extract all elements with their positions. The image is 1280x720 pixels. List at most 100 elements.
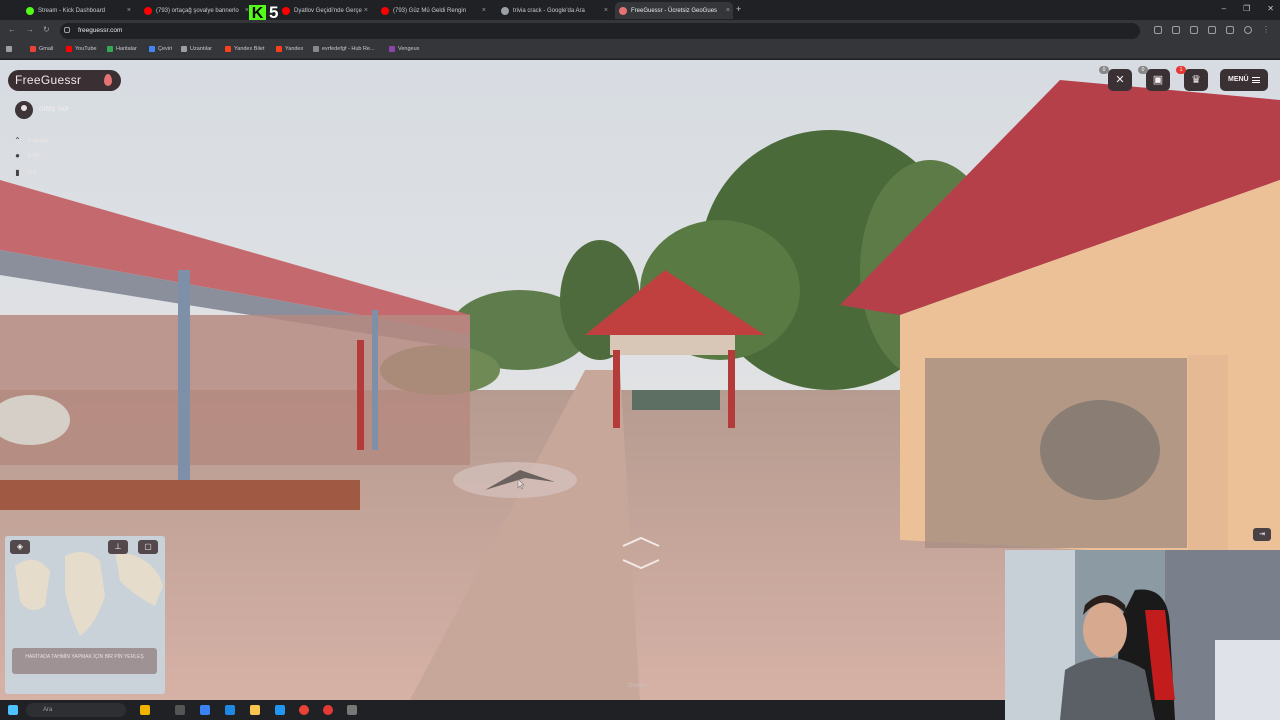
taskbar-search[interactable]: Ara [26, 703, 126, 717]
more-icon[interactable]: ⋮ [1262, 26, 1270, 34]
browser-icon[interactable] [225, 705, 235, 715]
freeguessr-icon [619, 6, 627, 15]
bookmark-yandex[interactable]: Yandex [276, 46, 303, 52]
menu-label: MENÜ [1228, 76, 1249, 83]
back-icon[interactable]: ← [8, 25, 16, 34]
google-icon [501, 6, 509, 15]
close-icon[interactable]: × [127, 7, 131, 14]
bookmark-label: YouTube [75, 46, 97, 52]
bookmark-vengeux[interactable]: Vengeux [389, 46, 419, 52]
youtube-icon [381, 6, 389, 15]
tab-kick[interactable]: Stream - Kick Dashboard × [22, 2, 134, 19]
hamburger-icon [1252, 77, 1260, 83]
party-button[interactable]: ▣ [1146, 69, 1170, 91]
collapse-button[interactable]: ⇥ [1253, 528, 1271, 541]
swords-icon: ✕ [1115, 74, 1125, 86]
login-label: GİRİŞ YAP [39, 107, 69, 113]
copilot-icon[interactable] [140, 705, 150, 715]
menu-button[interactable]: MENÜ [1220, 69, 1268, 91]
task-view-icon[interactable] [175, 705, 185, 715]
youtube-icon [282, 6, 290, 15]
tab-youtube-3[interactable]: (793) Güz Mü Geldi Rengin × [377, 2, 489, 19]
obs-icon[interactable] [323, 705, 333, 715]
google-watermark: Google [628, 683, 648, 689]
bookmark-translate[interactable]: Çeviri [149, 46, 172, 52]
settings-icon[interactable] [347, 705, 357, 715]
bookmark-label: Haritalar [116, 46, 137, 52]
close-icon[interactable]: × [726, 7, 730, 14]
bookmark-label: Vengeux [398, 46, 420, 52]
yandex-icon [276, 46, 282, 52]
map-layers-button[interactable]: ◈ [10, 540, 30, 554]
chrome-icon[interactable] [299, 705, 309, 715]
xp-icon: ● [15, 151, 20, 160]
navigation-arrow[interactable] [450, 460, 580, 500]
bookmark-gmail[interactable]: Gmail [30, 46, 53, 52]
expand-map-button[interactable]: ▢ [138, 540, 158, 554]
bookmark-label: Yandex [285, 46, 304, 52]
vengeux-icon [389, 46, 395, 52]
pin-map-button[interactable]: ⊥ [108, 540, 128, 554]
reload-icon[interactable]: ↻ [43, 25, 50, 34]
sidebar-icon[interactable] [1226, 26, 1234, 34]
bookmark-yandex-bilet[interactable]: Yandex Bilet [225, 46, 264, 52]
move-forward-arrow[interactable] [621, 536, 661, 572]
xp-label: 0 XP [28, 153, 40, 159]
windows-start-icon[interactable] [8, 705, 18, 715]
forward-icon[interactable]: → [26, 25, 34, 34]
star-icon[interactable] [1190, 26, 1198, 34]
bookmark-extensions[interactable]: Uzantılar [181, 46, 212, 52]
tab-youtube-1[interactable]: (793) ortaçağ şovalye bannerlo × [140, 2, 252, 19]
layers-icon: ◈ [16, 542, 24, 551]
tab-google-search[interactable]: trivia crack - Google'da Ara × [497, 2, 611, 19]
bookmarks-bar: Gmail YouTube Haritalar Çeviri Uzantılar… [0, 42, 1280, 59]
login-button[interactable]: GİRİŞ YAP [15, 101, 68, 119]
cast-icon[interactable] [1154, 26, 1162, 34]
battle-button[interactable]: ✕ [1108, 69, 1132, 91]
logo-text: FreeGuessr [15, 73, 82, 87]
gmail-icon [30, 46, 36, 52]
address-bar-row: ← → ↻ freeguessr.com ⋮ [0, 20, 1280, 42]
tab-label: (793) Güz Mü Geldi Rengin [393, 7, 467, 14]
translate-icon [149, 46, 155, 52]
notification-badge: 0 [1099, 66, 1109, 74]
bar-chart-icon: ▮ [15, 168, 20, 177]
youtube-icon [66, 46, 72, 52]
new-tab-button[interactable]: + [736, 4, 741, 14]
site-info-icon[interactable] [64, 27, 70, 33]
maps-icon [107, 46, 113, 52]
guess-button[interactable]: HARİTADA TAHMİN YAPMAK İÇİN BİR PİN YERL… [12, 648, 157, 674]
close-icon[interactable]: × [482, 7, 486, 14]
close-icon[interactable]: × [604, 7, 608, 14]
gamepad-icon: ▣ [1152, 74, 1164, 86]
store-icon[interactable] [275, 705, 285, 715]
tab-label: Stream - Kick Dashboard [38, 7, 106, 14]
youtube-icon [144, 6, 152, 15]
kick-icon [26, 6, 34, 15]
bookmark-youtube[interactable]: YouTube [66, 46, 97, 52]
close-icon[interactable]: × [364, 7, 368, 14]
freeguessr-logo[interactable]: FreeGuessr [8, 70, 121, 91]
chevron-up-icon: ⌃ [14, 136, 21, 145]
edge-icon[interactable] [200, 705, 210, 715]
minimize-icon[interactable]: – [1222, 4, 1226, 13]
bookmark-maps[interactable]: Haritalar [107, 46, 137, 52]
close-window-icon[interactable]: ✕ [1267, 4, 1274, 13]
file-explorer-icon[interactable] [250, 705, 260, 715]
maximize-icon[interactable]: ❐ [1243, 4, 1250, 13]
profile-icon[interactable] [1244, 26, 1252, 34]
kick-logo-icon: K [249, 4, 266, 22]
extensions-icon[interactable] [1208, 26, 1216, 34]
translate-icon[interactable] [1172, 26, 1180, 34]
bookmark-label: Çeviri [158, 46, 173, 52]
bookmark-hub[interactable]: evrfedefgf - Hub Re... [313, 46, 375, 52]
url-field[interactable]: freeguessr.com [60, 23, 1140, 39]
rank-label: yok [28, 170, 37, 176]
trophy-icon: ♛ [1191, 74, 1201, 86]
guess-minimap[interactable]: ◈ ⊥ ▢ HARİTADA TAHMİN YAPMAK İÇİN BİR Pİ… [5, 536, 165, 694]
apps-icon[interactable] [6, 46, 12, 52]
bookmark-label: Gmail [39, 46, 54, 52]
tab-label: FreeGuessr - Ücretsiz GeoGues [631, 7, 718, 14]
leaderboard-button[interactable]: ♛ [1184, 69, 1208, 91]
tab-freeguessr[interactable]: FreeGuessr - Ücretsiz GeoGues × [615, 2, 733, 19]
